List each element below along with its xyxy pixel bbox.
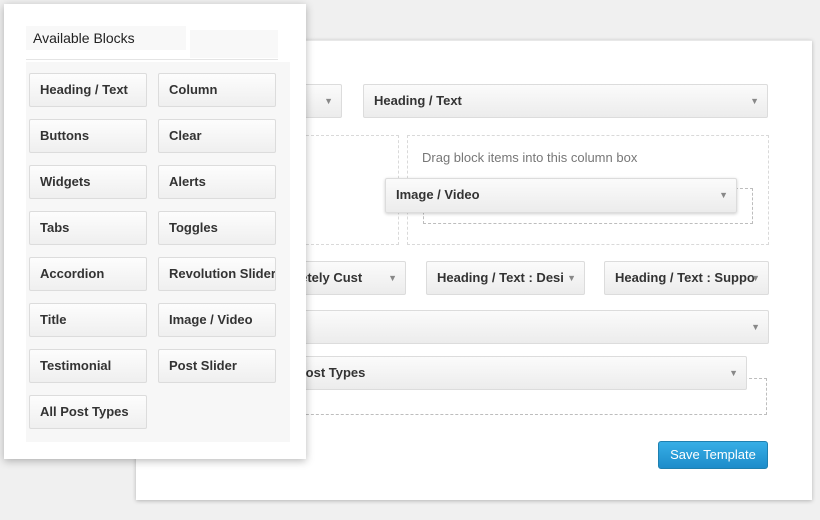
block-alerts[interactable]: Alerts	[158, 165, 276, 199]
block-testimonial[interactable]: Testimonial	[29, 349, 147, 383]
available-blocks-panel: Available Blocks Heading / Text Column B…	[4, 4, 306, 459]
block-post-slider[interactable]: Post Slider	[158, 349, 276, 383]
block-heading-text[interactable]: Heading / Text	[29, 73, 147, 107]
chevron-down-icon: ▼	[729, 368, 738, 378]
chevron-down-icon: ▼	[567, 273, 576, 283]
row3-right-select[interactable]: Heading / Text : Suppo ▼	[604, 261, 769, 295]
row5-post-types-select[interactable]: Post Types ▼	[286, 356, 747, 390]
dragged-block-label: Image / Video	[396, 187, 480, 202]
block-widgets[interactable]: Widgets	[29, 165, 147, 199]
block-revolution-slider[interactable]: Revolution Slider	[158, 257, 276, 291]
block-column[interactable]: Column	[158, 73, 276, 107]
block-buttons[interactable]: Buttons	[29, 119, 147, 153]
block-clear[interactable]: Clear	[158, 119, 276, 153]
chevron-down-icon: ▼	[324, 96, 333, 106]
chevron-down-icon: ▼	[719, 190, 728, 200]
panel-body: Heading / Text Column Buttons Clear Widg…	[26, 62, 290, 442]
panel-tab[interactable]	[190, 30, 278, 58]
block-image-video[interactable]: Image / Video	[158, 303, 276, 337]
row3-right-select-label: Heading / Text : Suppo	[615, 270, 755, 285]
row1-heading-select-label: Heading / Text	[374, 93, 462, 108]
dragged-image-video-block[interactable]: Image / Video ▼	[385, 178, 737, 213]
chevron-down-icon: ▼	[751, 322, 760, 332]
row3-middle-select-label: Heading / Text : Desi	[437, 270, 564, 285]
chevron-down-icon: ▼	[751, 273, 760, 283]
panel-title: Available Blocks	[26, 26, 186, 50]
column-drop-hint: Drag block items into this column box	[422, 150, 638, 165]
block-accordion[interactable]: Accordion	[29, 257, 147, 291]
chevron-down-icon: ▼	[388, 273, 397, 283]
row3-middle-select[interactable]: Heading / Text : Desi ▼	[426, 261, 585, 295]
save-template-button[interactable]: Save Template	[658, 441, 768, 469]
block-tabs[interactable]: Tabs	[29, 211, 147, 245]
block-title[interactable]: Title	[29, 303, 147, 337]
block-toggles[interactable]: Toggles	[158, 211, 276, 245]
block-all-post-types[interactable]: All Post Types	[29, 395, 147, 429]
row4-select[interactable]: ▼	[266, 310, 769, 344]
row5-select-label: Post Types	[297, 365, 366, 380]
chevron-down-icon: ▼	[750, 96, 759, 106]
row1-heading-select[interactable]: Heading / Text ▼	[363, 84, 768, 118]
panel-divider	[26, 59, 278, 60]
